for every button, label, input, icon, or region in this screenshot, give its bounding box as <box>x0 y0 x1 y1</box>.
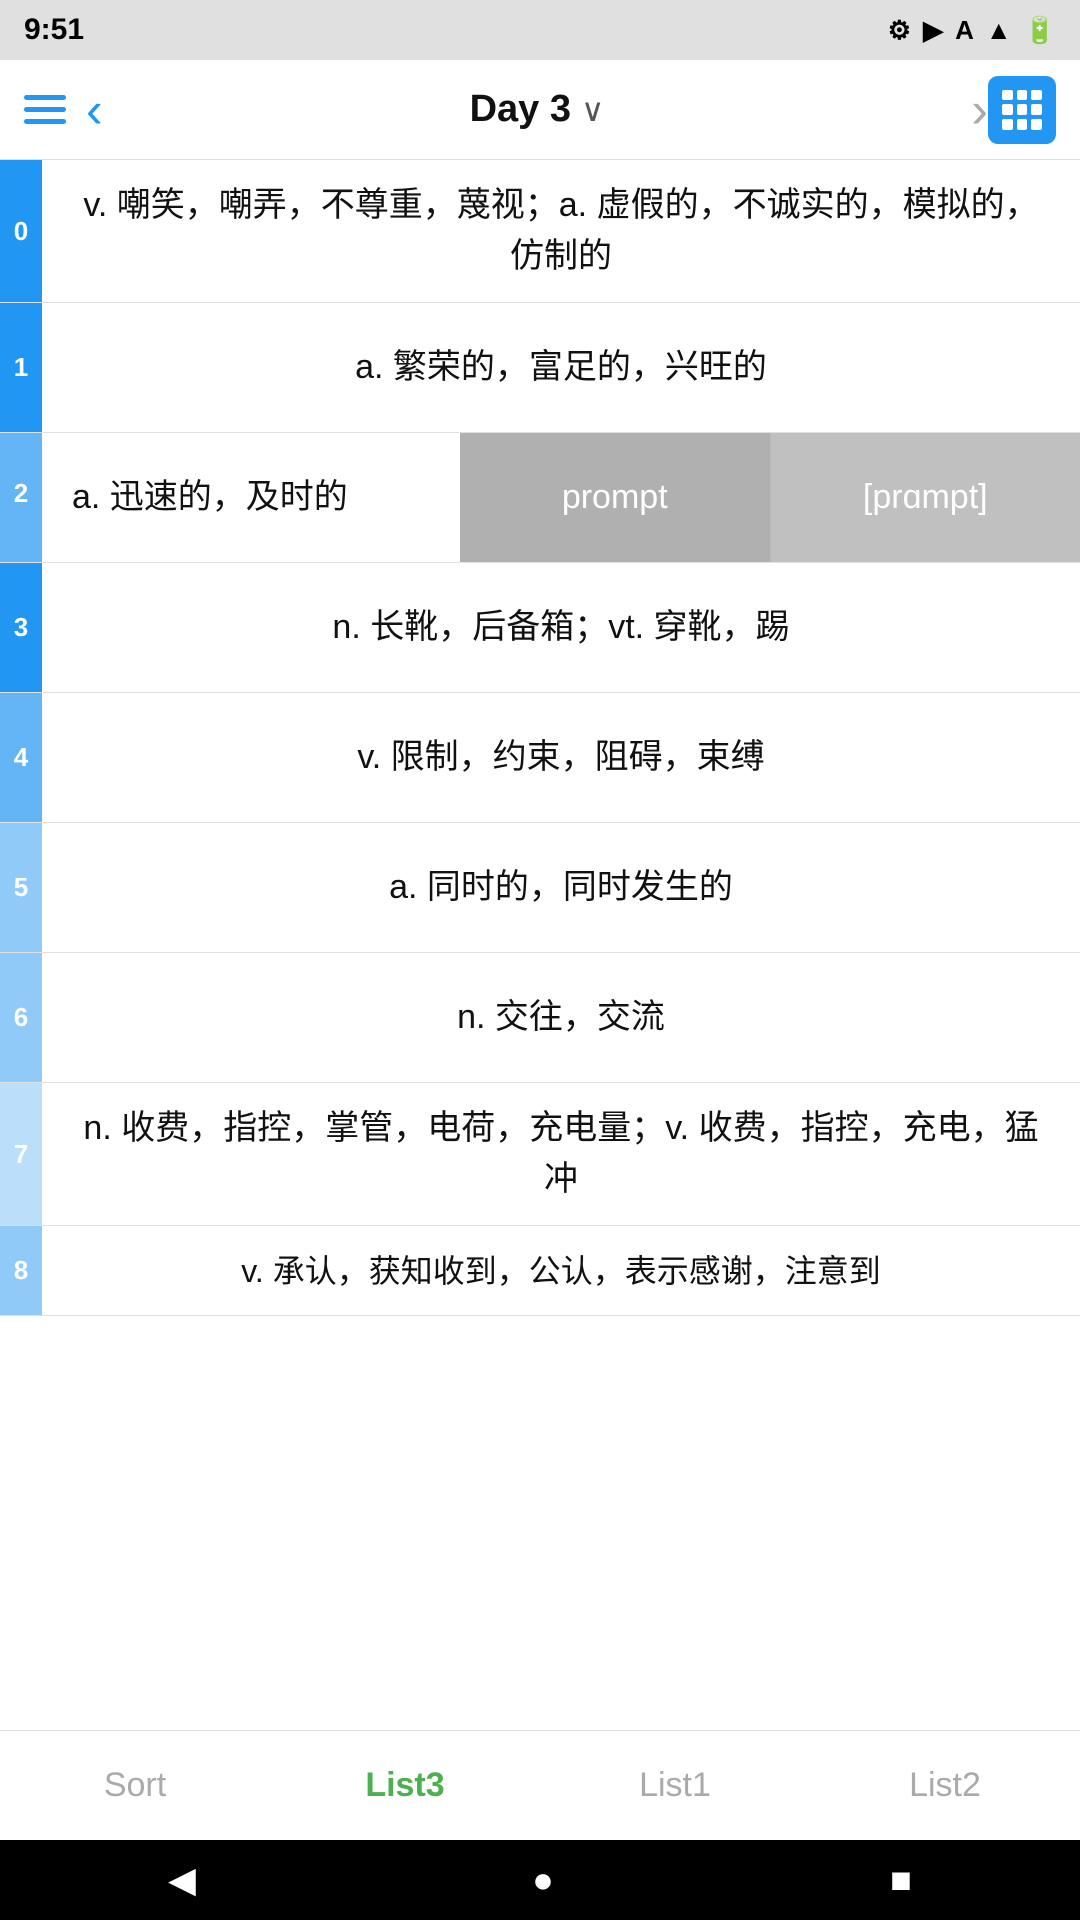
row-index-2: 2 <box>0 433 42 562</box>
tab-list3[interactable]: List3 <box>270 1731 540 1840</box>
bottom-tab-bar: Sort List3 List1 List2 <box>0 1730 1080 1840</box>
grid-view-button[interactable] <box>988 76 1056 144</box>
page-title: Day 3 <box>470 88 571 131</box>
word-definition-7: n. 收费，指控，掌管，电荷，充电量；v. 收费，指控，充电，猛冲 <box>42 1083 1080 1225</box>
settings-icon: ⚙ <box>888 15 911 46</box>
android-recents-button[interactable]: ■ <box>890 1859 912 1901</box>
word-list: 0 v. 嘲笑，嘲弄，不尊重，蔑视；a. 虚假的，不诚实的，模拟的，仿制的 1 … <box>0 160 1080 1316</box>
battery-icon: 🔋 <box>1024 15 1056 46</box>
android-home-button[interactable]: ● <box>532 1859 554 1901</box>
android-nav-bar: ◀ ● ■ <box>0 1840 1080 1920</box>
word-row-partial[interactable]: 8 v. 承认，获知收到，公认，表示感谢，注意到 <box>0 1226 1080 1316</box>
dropdown-icon[interactable]: ∨ <box>581 91 604 129</box>
word-definition-3: n. 长靴，后备箱；vt. 穿靴，踢 <box>42 563 1080 692</box>
popup-word-button[interactable]: prompt <box>460 433 770 562</box>
row-index-8: 8 <box>0 1226 42 1315</box>
a-icon: A <box>955 15 974 46</box>
word-row-with-popup[interactable]: 2 a. 迅速的，及时的 prompt [prɑmpt] <box>0 433 1080 563</box>
back-button[interactable]: ‹ <box>86 85 103 135</box>
title-area: Day 3 ∨ <box>103 88 972 131</box>
nav-bar: ‹ Day 3 ∨ › <box>0 60 1080 160</box>
popup-phonetic-button[interactable]: [prɑmpt] <box>770 433 1080 562</box>
row-index-1: 1 <box>0 303 42 432</box>
status-time: 9:51 <box>24 13 84 47</box>
word-row[interactable]: 0 v. 嘲笑，嘲弄，不尊重，蔑视；a. 虚假的，不诚实的，模拟的，仿制的 <box>0 160 1080 303</box>
status-icons: ⚙ ▶ A ▲ 🔋 <box>888 15 1056 46</box>
wifi-icon: ▲ <box>986 15 1012 46</box>
hamburger-menu[interactable] <box>24 95 66 124</box>
popup-buttons: prompt [prɑmpt] <box>460 433 1080 562</box>
word-row[interactable]: 3 n. 长靴，后备箱；vt. 穿靴，踢 <box>0 563 1080 693</box>
word-definition-2-partial: a. 迅速的，及时的 <box>42 433 422 562</box>
word-row[interactable]: 5 a. 同时的，同时发生的 <box>0 823 1080 953</box>
word-row[interactable]: 4 v. 限制，约束，阻碍，束缚 <box>0 693 1080 823</box>
tab-list2[interactable]: List2 <box>810 1731 1080 1840</box>
android-back-button[interactable]: ◀ <box>168 1859 196 1901</box>
row-index-3: 3 <box>0 563 42 692</box>
tab-list1[interactable]: List1 <box>540 1731 810 1840</box>
word-definition-8: v. 承认，获知收到，公认，表示感谢，注意到 <box>42 1226 1080 1315</box>
forward-button[interactable]: › <box>971 85 988 135</box>
tab-sort[interactable]: Sort <box>0 1731 270 1840</box>
word-row[interactable]: 1 a. 繁荣的，富足的，兴旺的 <box>0 303 1080 433</box>
word-definition-4: v. 限制，约束，阻碍，束缚 <box>42 693 1080 822</box>
word-definition-5: a. 同时的，同时发生的 <box>42 823 1080 952</box>
row-index-0: 0 <box>0 160 42 302</box>
row-index-7: 7 <box>0 1083 42 1225</box>
row-index-6: 6 <box>0 953 42 1082</box>
grid-icon <box>1002 90 1042 130</box>
row-index-5: 5 <box>0 823 42 952</box>
status-bar: 9:51 ⚙ ▶ A ▲ 🔋 <box>0 0 1080 60</box>
row-index-4: 4 <box>0 693 42 822</box>
word-definition-0: v. 嘲笑，嘲弄，不尊重，蔑视；a. 虚假的，不诚实的，模拟的，仿制的 <box>42 160 1080 302</box>
word-row[interactable]: 7 n. 收费，指控，掌管，电荷，充电量；v. 收费，指控，充电，猛冲 <box>0 1083 1080 1226</box>
word-row[interactable]: 6 n. 交往，交流 <box>0 953 1080 1083</box>
word-definition-1: a. 繁荣的，富足的，兴旺的 <box>42 303 1080 432</box>
word-definition-6: n. 交往，交流 <box>42 953 1080 1082</box>
play-icon: ▶ <box>923 15 943 46</box>
